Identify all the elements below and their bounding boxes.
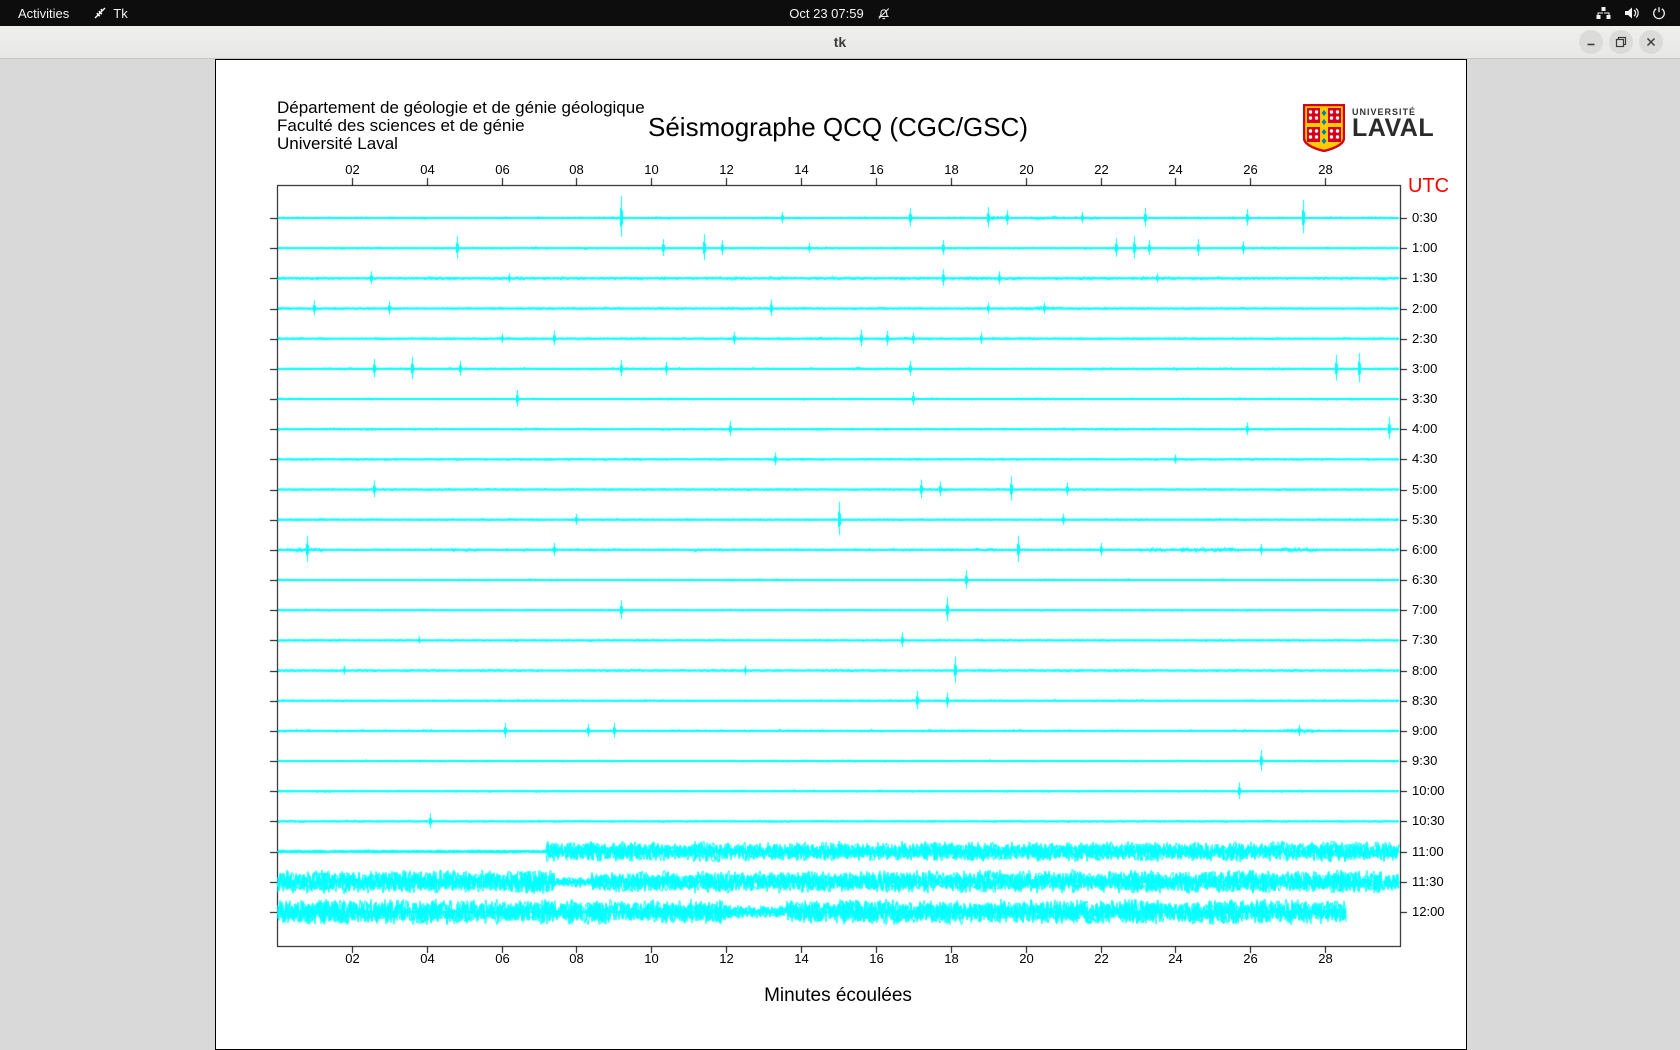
activities-button[interactable]: Activities bbox=[0, 0, 81, 26]
utc-time-label: 1:00 bbox=[1412, 240, 1437, 255]
x-tick-label: 20 bbox=[1019, 162, 1033, 177]
clock-menu[interactable]: Oct 23 07:59 bbox=[789, 0, 890, 26]
x-tick-label: 16 bbox=[869, 162, 883, 177]
x-tick-label: 04 bbox=[420, 951, 434, 966]
x-tick-label: 28 bbox=[1318, 951, 1332, 966]
x-tick-label: 12 bbox=[719, 951, 733, 966]
utc-time-label: 2:00 bbox=[1412, 301, 1437, 316]
utc-time-label: 8:00 bbox=[1412, 663, 1437, 678]
close-button[interactable] bbox=[1639, 30, 1663, 54]
x-tick-label: 08 bbox=[569, 951, 583, 966]
utc-time-label: 11:00 bbox=[1412, 844, 1444, 859]
x-tick-label: 10 bbox=[644, 951, 658, 966]
utc-time-label: 5:30 bbox=[1412, 512, 1437, 527]
network-icon bbox=[1596, 6, 1611, 20]
utc-time-label: 9:00 bbox=[1412, 723, 1437, 738]
activities-label: Activities bbox=[18, 6, 69, 21]
utc-time-label: 10:00 bbox=[1412, 783, 1445, 798]
utc-time-label: 1:30 bbox=[1412, 270, 1437, 285]
x-tick-label: 02 bbox=[345, 162, 359, 177]
utc-time-label: 7:00 bbox=[1412, 602, 1437, 617]
x-tick-label: 04 bbox=[420, 162, 434, 177]
utc-time-label: 5:00 bbox=[1412, 482, 1437, 497]
x-tick-label: 26 bbox=[1243, 162, 1257, 177]
x-axis-title: Minutes écoulées bbox=[764, 985, 912, 1007]
gnome-top-bar: Activities Tk Oct 23 07:59 bbox=[0, 0, 1680, 26]
seismogram-plot bbox=[216, 60, 1466, 1049]
x-tick-label: 08 bbox=[569, 162, 583, 177]
system-tray[interactable] bbox=[1596, 0, 1666, 26]
clock-label: Oct 23 07:59 bbox=[789, 6, 863, 21]
x-tick-label: 10 bbox=[644, 162, 658, 177]
notifications-off-icon bbox=[878, 7, 891, 20]
utc-time-label: 0:30 bbox=[1412, 210, 1437, 225]
x-tick-label: 16 bbox=[869, 951, 883, 966]
x-tick-label: 06 bbox=[495, 162, 509, 177]
x-tick-label: 12 bbox=[719, 162, 733, 177]
utc-time-label: 7:30 bbox=[1412, 632, 1437, 647]
x-tick-label: 20 bbox=[1019, 951, 1033, 966]
utc-time-label: 12:00 bbox=[1412, 904, 1445, 919]
x-tick-label: 24 bbox=[1168, 951, 1182, 966]
x-tick-label: 26 bbox=[1243, 951, 1257, 966]
utc-time-label: 3:00 bbox=[1412, 361, 1437, 376]
app-menu-label: Tk bbox=[113, 6, 127, 21]
x-tick-label: 14 bbox=[794, 162, 808, 177]
seismograph-canvas: Département de géologie et de génie géol… bbox=[215, 59, 1467, 1050]
utc-time-label: 4:30 bbox=[1412, 451, 1437, 466]
utc-time-label: 4:00 bbox=[1412, 421, 1437, 436]
x-tick-label: 24 bbox=[1168, 162, 1182, 177]
utc-time-label: 3:30 bbox=[1412, 391, 1437, 406]
x-tick-label: 18 bbox=[944, 162, 958, 177]
volume-icon bbox=[1624, 6, 1639, 20]
restore-button[interactable] bbox=[1609, 30, 1633, 54]
utc-time-label: 6:00 bbox=[1412, 542, 1437, 557]
tk-icon bbox=[93, 6, 107, 20]
minimize-button[interactable] bbox=[1579, 30, 1603, 54]
x-tick-label: 18 bbox=[944, 951, 958, 966]
x-tick-label: 14 bbox=[794, 951, 808, 966]
window-titlebar[interactable]: tk bbox=[0, 26, 1680, 59]
x-tick-label: 22 bbox=[1094, 951, 1108, 966]
x-tick-label: 22 bbox=[1094, 162, 1108, 177]
utc-time-label: 2:30 bbox=[1412, 331, 1437, 346]
x-tick-label: 02 bbox=[345, 951, 359, 966]
tk-window-content: Département de géologie et de génie géol… bbox=[0, 59, 1680, 1050]
x-tick-label: 28 bbox=[1318, 162, 1332, 177]
power-icon bbox=[1652, 6, 1666, 20]
app-menu[interactable]: Tk bbox=[81, 0, 139, 26]
x-tick-label: 06 bbox=[495, 951, 509, 966]
utc-time-label: 10:30 bbox=[1412, 813, 1445, 828]
utc-time-label: 11:30 bbox=[1412, 874, 1444, 889]
utc-time-label: 8:30 bbox=[1412, 693, 1437, 708]
utc-time-label: 6:30 bbox=[1412, 572, 1437, 587]
utc-time-label: 9:30 bbox=[1412, 753, 1437, 768]
window-title: tk bbox=[834, 34, 846, 50]
